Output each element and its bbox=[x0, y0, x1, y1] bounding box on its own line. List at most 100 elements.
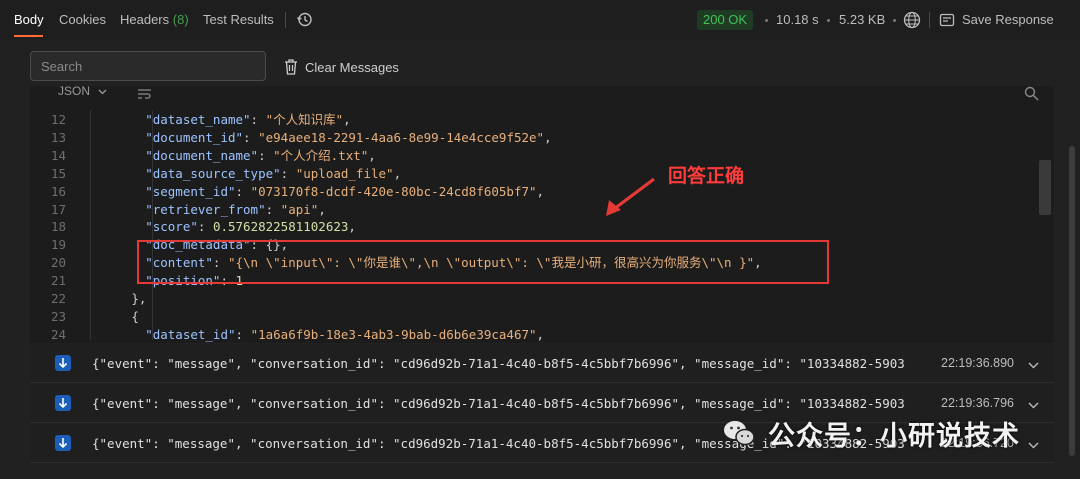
trash-icon bbox=[285, 59, 297, 75]
json-value: "api" bbox=[280, 201, 319, 217]
json-value: "个人知识库" bbox=[265, 112, 344, 127]
headers-count-badge: (8) bbox=[172, 12, 189, 27]
separator-dot bbox=[893, 19, 896, 22]
save-response-button[interactable]: Save Response bbox=[939, 12, 1054, 31]
active-tab-indicator bbox=[14, 35, 43, 37]
json-value: 0.5762822581102623 bbox=[212, 219, 349, 235]
line-number: 22 bbox=[50, 291, 66, 306]
tab-cookies[interactable]: Cookies bbox=[59, 12, 106, 27]
json-value: "e94aee18-2291-4aa6-8e99-14e4cce9f52e" bbox=[258, 129, 545, 145]
separator-dot bbox=[765, 19, 768, 22]
tab-test-results[interactable]: Test Results bbox=[203, 12, 274, 27]
line-number: 23 bbox=[50, 308, 66, 324]
line-number: 18 bbox=[50, 219, 66, 235]
json-key: "score" bbox=[145, 219, 198, 235]
toolbar-divider bbox=[929, 12, 930, 28]
code-content: "score": 0.5762822581102623, bbox=[145, 219, 356, 235]
line-number: 20 bbox=[50, 255, 66, 271]
code-line: 13 "document_id": "e94aee18-2291-4aa6-8e9… bbox=[30, 129, 1040, 147]
line-number: 21 bbox=[50, 273, 66, 289]
json-punct: , bbox=[393, 165, 402, 181]
json-key: "retriever_from" bbox=[145, 201, 266, 217]
format-select[interactable]: JSON bbox=[58, 84, 107, 98]
highlight-box bbox=[137, 240, 829, 284]
message-text: {"event": "message", "conversation_id": … bbox=[92, 356, 907, 371]
message-row[interactable]: {"event": "message", "conversation_id": … bbox=[30, 344, 1054, 383]
incoming-arrow-icon bbox=[55, 435, 71, 451]
json-key: "data_source_type" bbox=[145, 165, 281, 181]
json-key: "segment_id" bbox=[145, 183, 236, 199]
line-number: 12 bbox=[50, 112, 66, 127]
history-icon[interactable] bbox=[296, 11, 313, 31]
response-tabbar: Body Cookies Headers (8) Test Results 20… bbox=[0, 0, 1080, 40]
format-select-value: JSON bbox=[58, 84, 91, 98]
annotation-label: 回答正确 bbox=[668, 166, 745, 187]
code-content: "dataset_id": "1a6a6f9b-18e3-4ab3-9bab-d… bbox=[145, 326, 545, 342]
code-content: "retriever_from": "api", bbox=[145, 201, 326, 217]
json-key: "dataset_name" bbox=[145, 112, 251, 127]
json-punct: , bbox=[544, 129, 552, 145]
code-content: "segment_id": "073170f8-dcdf-420e-80bc-2… bbox=[145, 183, 545, 199]
line-number: 19 bbox=[50, 237, 66, 253]
status-badge[interactable]: 200 OK bbox=[697, 10, 754, 30]
json-value: "1a6a6f9b-18e3-4ab3-9bab-d6b6e39ca467" bbox=[250, 326, 537, 342]
line-number: 16 bbox=[50, 183, 66, 199]
chevron-down-icon[interactable] bbox=[1028, 357, 1039, 372]
chevron-down-icon bbox=[98, 89, 107, 95]
wrap-lines-icon[interactable] bbox=[137, 88, 153, 103]
json-punct: , bbox=[536, 326, 545, 342]
tab-body[interactable]: Body bbox=[14, 12, 44, 27]
json-punct: , bbox=[348, 219, 356, 235]
code-content: "document_id": "e94aee18-2291-4aa6-8e99-… bbox=[145, 129, 552, 145]
line-number: 14 bbox=[50, 147, 66, 163]
watermark-text: 公众号：小研说技术 bbox=[768, 421, 1020, 451]
response-size[interactable]: 5.23 KB bbox=[839, 12, 885, 27]
tab-headers-label: Headers bbox=[120, 12, 170, 27]
code-content: "document_name": "个人介绍.txt", bbox=[145, 147, 376, 163]
json-key: "document_id" bbox=[145, 129, 244, 145]
code-line: 22}, bbox=[30, 290, 1040, 308]
incoming-arrow-icon bbox=[55, 355, 71, 371]
code-line: 14 "document_name": "个人介绍.txt", bbox=[30, 147, 1040, 165]
clear-messages-label: Clear Messages bbox=[305, 60, 399, 75]
code-line: 15 "data_source_type": "upload_file", bbox=[30, 165, 1040, 183]
json-punct: , bbox=[318, 201, 326, 217]
code-line: 16 "segment_id": "073170f8-dcdf-420e-80bc… bbox=[30, 183, 1040, 201]
clear-messages-button[interactable]: Clear Messages bbox=[283, 58, 399, 78]
tab-divider bbox=[285, 12, 286, 28]
code-line: 18 "score": 0.5762822581102623, bbox=[30, 218, 1040, 236]
incoming-arrow-icon bbox=[55, 395, 71, 411]
json-value: "upload_file" bbox=[295, 165, 394, 181]
code-content: }, bbox=[131, 290, 146, 308]
json-punct: , bbox=[343, 112, 351, 127]
annotation-arrow-icon bbox=[606, 177, 655, 216]
code-content: "dataset_name": "个人知识库", bbox=[145, 112, 351, 127]
wechat-icon bbox=[724, 421, 755, 446]
tab-headers[interactable]: Headers (8) bbox=[120, 12, 189, 27]
chevron-down-icon[interactable] bbox=[1028, 397, 1039, 412]
line-number: 15 bbox=[50, 165, 66, 181]
json-value: }, bbox=[131, 291, 147, 306]
chevron-down-icon[interactable] bbox=[1028, 437, 1039, 452]
search-icon[interactable] bbox=[1024, 86, 1039, 104]
message-timestamp: 22:19:36.796 bbox=[941, 396, 1014, 410]
save-icon bbox=[939, 13, 955, 27]
json-punct: , bbox=[368, 147, 376, 163]
code-line: 24 "dataset_id": "1a6a6f9b-18e3-4ab3-9bab… bbox=[30, 326, 1040, 344]
panel-scrollbar[interactable] bbox=[1069, 146, 1075, 456]
line-number: 13 bbox=[50, 129, 66, 145]
line-number: 24 bbox=[50, 326, 66, 342]
search-input[interactable] bbox=[30, 51, 266, 81]
json-key: "document_name" bbox=[145, 147, 259, 163]
code-content: "data_source_type": "upload_file", bbox=[145, 165, 402, 181]
code-line: 23 { bbox=[30, 308, 1040, 326]
json-value: "个人介绍.txt" bbox=[273, 147, 369, 163]
code-scrollbar[interactable] bbox=[1039, 160, 1051, 215]
json-value: "073170f8-dcdf-420e-80bc-24cd8f605bf7" bbox=[250, 183, 537, 199]
code-line: 12 "dataset_name": "个人知识库", bbox=[30, 111, 1040, 129]
message-timestamp: 22:19:36.890 bbox=[941, 356, 1014, 370]
globe-icon[interactable] bbox=[903, 11, 921, 32]
response-time[interactable]: 10.18 s bbox=[776, 12, 819, 27]
json-value: { bbox=[131, 308, 139, 324]
line-number: 17 bbox=[50, 201, 66, 217]
